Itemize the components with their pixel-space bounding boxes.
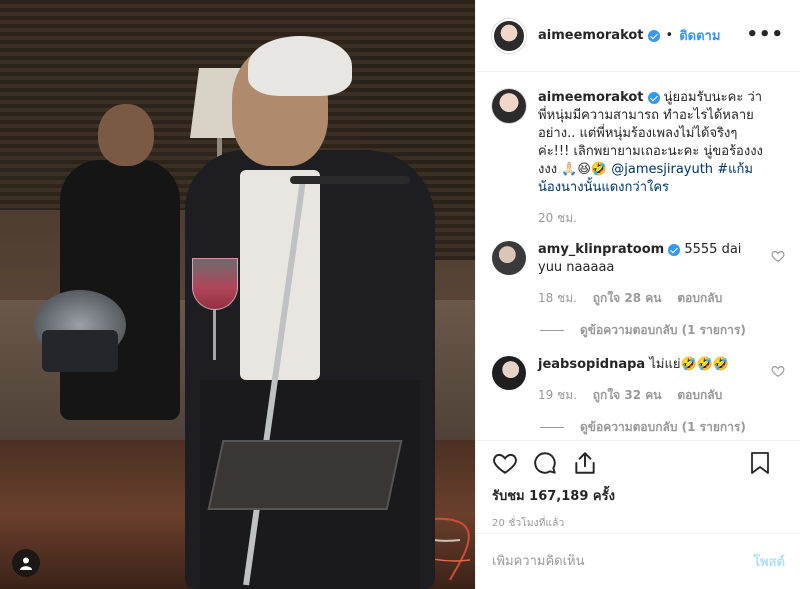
replies-divider: [540, 427, 564, 428]
view-replies-button[interactable]: ดูข้อความตอบกลับ (1 รายการ): [540, 321, 785, 340]
caption: aimeemorakot นู่ยอมรับนะคะ ว่าพี่หนุ่มมี…: [492, 89, 785, 227]
singer-hair: [248, 36, 352, 96]
user-icon: [20, 557, 32, 570]
reply-button[interactable]: ตอบกลับ: [677, 388, 722, 402]
comment-item: jeabsopidnapa ไม่แย่🤣🤣🤣 19 ชม. ถูกใจ 32 …: [492, 356, 785, 404]
view-replies-button[interactable]: ดูข้อความตอบกลับ (1 รายการ): [540, 418, 785, 435]
action-icons: [492, 441, 785, 485]
like-comment-heart-icon[interactable]: [771, 249, 785, 263]
comment-bubble-icon[interactable]: [532, 450, 558, 476]
replies-divider: [540, 330, 564, 331]
background-person-head: [98, 104, 154, 166]
follow-button[interactable]: ติดตาม: [679, 25, 720, 46]
share-icon[interactable]: [572, 450, 598, 476]
post-timestamp[interactable]: 20 ชั่วโมงที่แล้ว: [492, 516, 785, 531]
post-video[interactable]: [0, 0, 475, 589]
comment-body: jeabsopidnapa ไม่แย่🤣🤣🤣 19 ชม. ถูกใจ 32 …: [538, 356, 768, 404]
view-replies-label: ดูข้อความตอบกลับ (1 รายการ): [580, 420, 746, 434]
post-actions: รับชม 167,189 ครั้ง 20 ชั่วโมงที่แล้ว: [476, 440, 800, 531]
mention-link[interactable]: @jamesjirayuth: [611, 162, 713, 177]
author-avatar[interactable]: [492, 18, 526, 53]
tagged-user-button[interactable]: [12, 549, 40, 577]
comments-list[interactable]: aimeemorakot นู่ยอมรับนะคะ ว่าพี่หนุ่มมี…: [476, 73, 800, 435]
comment-body: amy_klinpratoom 5555 dai yuu naaaaa 18 ช…: [538, 241, 768, 307]
comment-username[interactable]: amy_klinpratoom: [538, 242, 664, 257]
drum-base: [42, 330, 118, 372]
comment-time[interactable]: 19 ชม.: [538, 388, 577, 402]
post-comment-button[interactable]: โพสต์: [753, 551, 785, 572]
like-heart-icon[interactable]: [492, 450, 518, 476]
comment-text: ไม่แย่🤣🤣🤣: [649, 357, 730, 372]
verified-badge-icon: [668, 243, 681, 256]
comment-item: amy_klinpratoom 5555 dai yuu naaaaa 18 ช…: [492, 241, 785, 307]
comment-likes[interactable]: ถูกใจ 32 คน: [593, 388, 662, 402]
comment-meta: 19 ชม. ถูกใจ 32 คน ตอบกลับ: [538, 386, 768, 404]
separator-dot: •: [665, 28, 674, 43]
caption-avatar[interactable]: [492, 89, 526, 123]
comment-username[interactable]: jeabsopidnapa: [538, 357, 645, 372]
add-comment-bar: โพสต์: [476, 533, 800, 589]
music-stand: [207, 440, 403, 510]
comment-time[interactable]: 18 ชม.: [538, 291, 577, 305]
bookmark-icon[interactable]: [749, 451, 771, 475]
reply-button[interactable]: ตอบกลับ: [677, 291, 722, 305]
view-replies-label: ดูข้อความตอบกลับ (1 รายการ): [580, 323, 746, 337]
comment-likes[interactable]: ถูกใจ 28 คน: [593, 291, 662, 305]
wine-glass: [192, 258, 238, 310]
verified-badge-icon: [647, 91, 660, 104]
caption-meta: 20 ชม.: [538, 209, 768, 227]
view-count[interactable]: รับชม 167,189 ครั้ง: [492, 485, 785, 506]
comment-avatar[interactable]: [492, 241, 526, 275]
post-header: aimeemorakot • ติดตาม •••: [476, 0, 800, 72]
comment-avatar[interactable]: [492, 356, 526, 390]
like-comment-heart-icon[interactable]: [771, 364, 785, 378]
verified-badge-icon: [647, 29, 660, 42]
post-details-pane: aimeemorakot • ติดตาม ••• aimeemorakot น…: [475, 0, 800, 589]
caption-body: aimeemorakot นู่ยอมรับนะคะ ว่าพี่หนุ่มมี…: [538, 89, 768, 227]
microphone: [290, 176, 410, 184]
comment-meta: 18 ชม. ถูกใจ 28 คน ตอบกลับ: [538, 289, 768, 307]
author-username[interactable]: aimeemorakot: [538, 28, 644, 43]
comment-input[interactable]: [492, 554, 754, 569]
caption-time[interactable]: 20 ชม.: [538, 211, 577, 225]
caption-username[interactable]: aimeemorakot: [538, 90, 644, 105]
wine-glass-stem: [213, 310, 216, 360]
more-options-icon[interactable]: •••: [746, 24, 784, 45]
